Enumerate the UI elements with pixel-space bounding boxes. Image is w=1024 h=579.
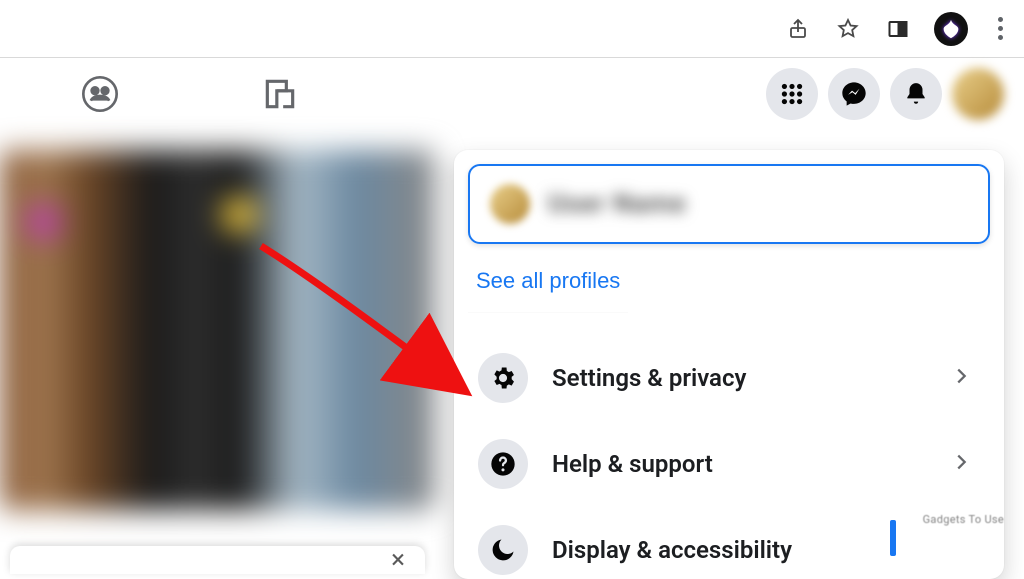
star-icon[interactable] [834, 15, 862, 43]
card-close-bar: × [10, 546, 425, 574]
overflow-menu-icon[interactable] [990, 17, 1010, 40]
profile-card[interactable]: User Name [468, 164, 990, 244]
help-icon [478, 439, 528, 489]
nav-tabs [0, 64, 310, 124]
app-top-nav [0, 58, 1024, 130]
menu-item-settings-privacy[interactable]: Settings & privacy [468, 349, 990, 407]
moon-icon [478, 525, 528, 575]
notifications-button[interactable] [890, 68, 942, 120]
side-panel-icon[interactable] [884, 15, 912, 43]
browser-toolbar [0, 0, 1024, 58]
browser-profile-avatar[interactable] [934, 12, 968, 46]
menu-item-label: Settings & privacy [552, 364, 926, 392]
chevron-right-icon [950, 451, 980, 477]
profile-card-avatar [490, 184, 530, 224]
stories-area [0, 150, 435, 510]
menu-item-label: Help & support [552, 450, 926, 478]
nav-actions [766, 68, 1024, 120]
account-menu-panel: User Name See all profiles Settings & pr… [454, 150, 1004, 579]
menu-grid-button[interactable] [766, 68, 818, 120]
chevron-right-icon [950, 365, 980, 391]
share-icon[interactable] [784, 15, 812, 43]
gaming-tab[interactable] [250, 64, 310, 124]
close-icon[interactable]: × [391, 546, 405, 574]
see-all-profiles-button[interactable]: See all profiles [468, 258, 628, 313]
profile-card-name: User Name [548, 189, 686, 219]
gear-icon [478, 353, 528, 403]
menu-item-label: Display & accessibility [552, 536, 980, 564]
text-caret [890, 520, 896, 556]
profile-avatar[interactable] [952, 68, 1004, 120]
menu-item-help-support[interactable]: Help & support [468, 435, 990, 493]
account-menu-list: Settings & privacy Help & support [468, 313, 990, 579]
menu-item-display-accessibility[interactable]: Display & accessibility [468, 521, 990, 579]
messenger-button[interactable] [828, 68, 880, 120]
watermark-text: Gadgets To Use [923, 513, 1004, 526]
groups-tab[interactable] [70, 64, 130, 124]
